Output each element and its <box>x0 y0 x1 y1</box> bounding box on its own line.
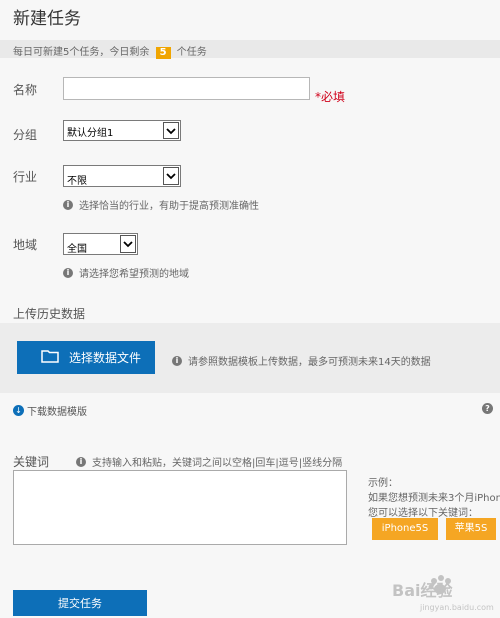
keywords-label: 关键词 <box>13 455 50 469</box>
example-line-2: 您可以选择以下关键词： <box>368 508 478 519</box>
quota-count-badge: 5 <box>155 47 171 59</box>
region-select-value: 全国 <box>67 244 87 255</box>
submit-task-button[interactable]: 提交任务 <box>13 590 147 616</box>
keyword-tag[interactable]: iPhone5S <box>372 518 438 540</box>
upload-hint: i 请参照数据模板上传数据，最多可预测未来14天的数据 <box>172 353 431 368</box>
region-select[interactable]: 全国 <box>63 233 138 255</box>
industry-hint: i 选择恰当的行业，有助于提高预测准确性 <box>63 197 259 212</box>
industry-select[interactable]: 不限 <box>63 165 181 187</box>
info-icon: i <box>172 355 182 366</box>
quota-suffix: 个任务 <box>176 47 207 58</box>
region-hint-text: 请选择您希望预测的地域 <box>79 269 189 280</box>
example-line-1: 如果您想预测未来3个月iPhon <box>368 493 500 504</box>
upload-hint-text: 请参照数据模板上传数据，最多可预测未来14天的数据 <box>188 357 431 368</box>
keywords-textarea[interactable] <box>13 470 347 545</box>
info-icon: i <box>63 267 73 278</box>
page-title: 新建任务 <box>13 9 81 29</box>
industry-hint-text: 选择恰当的行业，有助于提高预测准确性 <box>79 201 259 212</box>
choose-file-button[interactable]: 选择数据文件 <box>17 341 155 374</box>
chevron-down-icon <box>120 235 136 253</box>
quota-text: 每日可新建5个任务，今日剩余 5 个任务 <box>13 43 207 59</box>
info-icon: i <box>63 199 73 210</box>
chevron-down-icon <box>163 122 179 139</box>
name-input[interactable] <box>63 77 310 100</box>
upload-section-title: 上传历史数据 <box>13 307 86 321</box>
group-select-value: 默认分组1 <box>67 128 114 139</box>
help-icon[interactable]: ? <box>482 403 493 414</box>
keywords-hint: i 支持输入和粘贴，关键词之间以空格|回车|逗号|竖线分隔 <box>76 454 342 469</box>
region-hint: i 请选择您希望预测的地域 <box>63 265 189 280</box>
baidu-watermark: Bai经验 jingyan.baidu.com <box>390 572 500 615</box>
chevron-down-icon <box>163 167 179 185</box>
industry-label: 行业 <box>13 170 38 184</box>
choose-file-label: 选择数据文件 <box>69 351 142 365</box>
keyword-tag[interactable]: 苹果5S <box>446 518 496 540</box>
watermark-subtext: jingyan.baidu.com <box>419 603 494 612</box>
quota-prefix: 每日可新建5个任务，今日剩余 <box>13 47 150 58</box>
keywords-hint-text: 支持输入和粘贴，关键词之间以空格|回车|逗号|竖线分隔 <box>92 458 343 469</box>
folder-icon <box>41 349 59 366</box>
download-template-link[interactable]: ↓ 下载数据模版 <box>13 403 87 418</box>
name-label: 名称 <box>13 83 38 97</box>
industry-select-value: 不限 <box>67 176 87 187</box>
info-icon: i <box>76 456 86 467</box>
group-select[interactable]: 默认分组1 <box>63 120 181 141</box>
example-title: 示例： <box>368 478 398 489</box>
required-marker: *必填 <box>315 90 346 104</box>
region-label: 地域 <box>13 238 38 252</box>
download-icon: ↓ <box>13 405 24 416</box>
watermark-text: Bai经验 <box>392 581 453 600</box>
group-label: 分组 <box>13 128 38 142</box>
download-template-label: 下载数据模版 <box>27 407 87 418</box>
